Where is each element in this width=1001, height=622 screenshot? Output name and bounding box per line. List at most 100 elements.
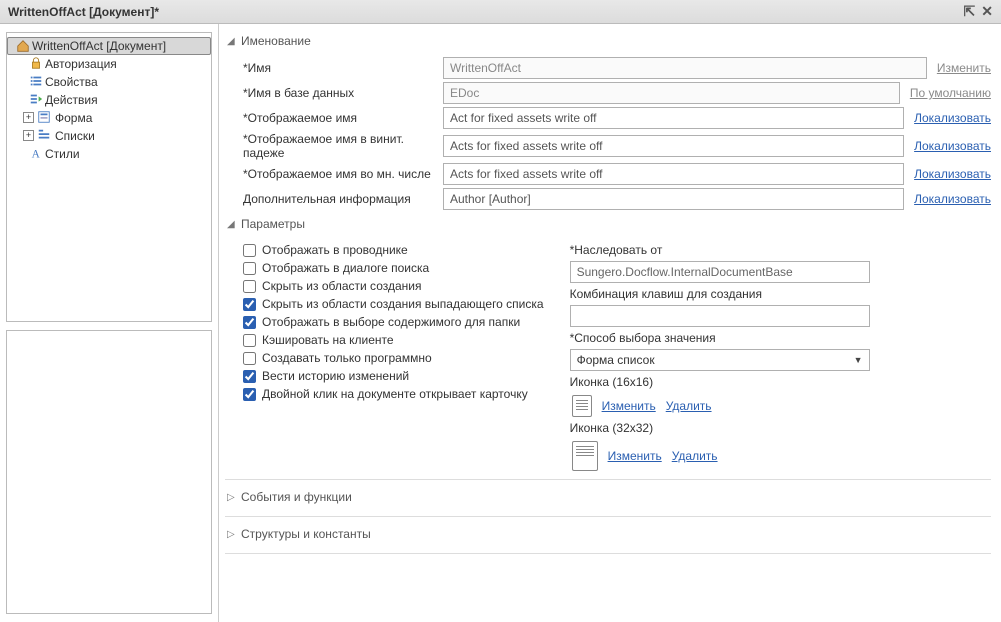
lock-icon (29, 56, 43, 70)
checkbox-label-c4: Скрыть из области создания выпадающего с… (262, 297, 544, 311)
list-icon (29, 74, 43, 88)
input-plural[interactable] (443, 163, 904, 185)
checkbox-input-c8[interactable] (243, 370, 256, 383)
link-localize-plural[interactable]: Локализовать (914, 167, 991, 181)
tree-item-2[interactable]: Свойства (21, 73, 211, 91)
checkbox-c3[interactable]: Скрыть из области создания (243, 279, 544, 293)
checkbox-c1[interactable]: Отображать в проводнике (243, 243, 544, 257)
tree-item-label: Стили (45, 147, 80, 161)
link-change-name[interactable]: Изменить (937, 61, 991, 75)
checkbox-input-c2[interactable] (243, 262, 256, 275)
checkbox-c9[interactable]: Двойной клик на документе открывает карт… (243, 387, 544, 401)
tree-item-6[interactable]: A Стили (21, 145, 211, 163)
link-localize-display[interactable]: Локализовать (914, 111, 991, 125)
checkbox-c4[interactable]: Скрыть из области создания выпадающего с… (243, 297, 544, 311)
tree-item-label: Свойства (45, 75, 98, 89)
tree-item-label: Списки (55, 129, 95, 143)
form-icon (37, 110, 51, 124)
section-events-title: События и функции (241, 490, 352, 504)
section-naming[interactable]: ◢ Именование (225, 30, 991, 54)
tree-item-1[interactable]: Авторизация (21, 55, 211, 73)
dropdown-select-mode-value: Форма список (577, 353, 655, 367)
label-select-mode: *Способ выбора значения (570, 331, 991, 345)
checkbox-label-c8: Вести историю изменений (262, 369, 409, 383)
link-icon32-change[interactable]: Изменить (608, 449, 662, 463)
label-plural: *Отображаемое имя во мн. числе (243, 167, 443, 181)
tree-item-label: Форма (55, 111, 92, 125)
tree-item-0[interactable]: WrittenOffAct [Документ] (7, 37, 211, 55)
input-name[interactable] (443, 57, 927, 79)
checkbox-input-c5[interactable] (243, 316, 256, 329)
checkbox-input-c4[interactable] (243, 298, 256, 311)
link-localize-accusative[interactable]: Локализовать (914, 139, 991, 153)
play-icon (29, 92, 43, 106)
tree-item-label: Действия (45, 93, 98, 107)
tree-item-3[interactable]: Действия (21, 91, 211, 109)
checkbox-label-c1: Отображать в проводнике (262, 243, 408, 257)
input-addinfo[interactable] (443, 188, 904, 210)
tree-item-5[interactable]: + Списки (21, 127, 211, 145)
caret-down-icon: ◢ (227, 219, 237, 230)
preview-pane (6, 330, 212, 614)
checkbox-c5[interactable]: Отображать в выборе содержимого для папк… (243, 315, 544, 329)
input-hotkey[interactable] (570, 305, 870, 327)
input-display[interactable] (443, 107, 904, 129)
checkbox-input-c3[interactable] (243, 280, 256, 293)
section-structs[interactable]: ▷ Структуры и константы (225, 523, 991, 547)
label-dbname: *Имя в базе данных (243, 86, 443, 100)
svg-text:A: A (32, 148, 41, 160)
checkbox-label-c6: Кэшировать на клиенте (262, 333, 394, 347)
checkbox-input-c1[interactable] (243, 244, 256, 257)
link-default-dbname[interactable]: По умолчанию (910, 86, 991, 100)
caret-right-icon: ▷ (227, 492, 237, 503)
label-icon32: Иконка (32x32) (570, 421, 991, 435)
caret-right-icon: ▷ (227, 529, 237, 540)
section-params-title: Параметры (241, 217, 305, 231)
section-structs-title: Структуры и константы (241, 527, 371, 541)
link-localize-addinfo[interactable]: Локализовать (914, 192, 991, 206)
checkbox-input-c6[interactable] (243, 334, 256, 347)
tree-item-label: Авторизация (45, 57, 117, 71)
window-title: WrittenOffAct [Документ]* (8, 5, 958, 19)
checkbox-label-c2: Отображать в диалоге поиска (262, 261, 429, 275)
section-naming-title: Именование (241, 34, 311, 48)
checkbox-input-c7[interactable] (243, 352, 256, 365)
checkbox-label-c3: Скрыть из области создания (262, 279, 421, 293)
checkbox-c6[interactable]: Кэшировать на клиенте (243, 333, 544, 347)
label-inherit: *Наследовать от (570, 243, 991, 257)
label-addinfo: Дополнительная информация (243, 192, 443, 206)
label-hotkey: Комбинация клавиш для создания (570, 287, 991, 301)
label-display: *Отображаемое имя (243, 111, 443, 125)
label-name: *Имя (243, 61, 443, 75)
window-restore-button[interactable]: ⇱ (964, 3, 976, 20)
input-accusative[interactable] (443, 135, 904, 157)
checkbox-label-c7: Создавать только программно (262, 351, 432, 365)
caret-down-icon: ◢ (227, 36, 237, 47)
home-icon (16, 39, 30, 53)
link-icon16-change[interactable]: Изменить (602, 399, 656, 413)
checkbox-c7[interactable]: Создавать только программно (243, 351, 544, 365)
tree-toggle-icon[interactable]: + (23, 112, 34, 123)
icon16-preview (572, 395, 592, 417)
dropdown-select-mode[interactable]: Форма список ▼ (570, 349, 870, 371)
link-icon16-delete[interactable]: Удалить (666, 399, 712, 413)
icon32-preview (572, 441, 598, 471)
checkbox-c2[interactable]: Отображать в диалоге поиска (243, 261, 544, 275)
checkbox-label-c5: Отображать в выборе содержимого для папк… (262, 315, 520, 329)
input-dbname[interactable] (443, 82, 900, 104)
style-icon: A (29, 146, 43, 160)
label-icon16: Иконка (16x16) (570, 375, 991, 389)
label-accusative: *Отображаемое имя в винит. падеже (243, 132, 443, 160)
section-params[interactable]: ◢ Параметры (225, 213, 991, 237)
lists-icon (37, 128, 51, 142)
checkbox-c8[interactable]: Вести историю изменений (243, 369, 544, 383)
tree-item-4[interactable]: + Форма (21, 109, 211, 127)
checkbox-input-c9[interactable] (243, 388, 256, 401)
checkbox-label-c9: Двойной клик на документе открывает карт… (262, 387, 528, 401)
window-close-button[interactable]: ✕ (981, 3, 993, 20)
tree-toggle-icon[interactable]: + (23, 130, 34, 141)
input-inherit[interactable] (570, 261, 870, 283)
section-events[interactable]: ▷ События и функции (225, 486, 991, 510)
link-icon32-delete[interactable]: Удалить (672, 449, 718, 463)
tree-item-label: WrittenOffAct [Документ] (32, 39, 166, 53)
